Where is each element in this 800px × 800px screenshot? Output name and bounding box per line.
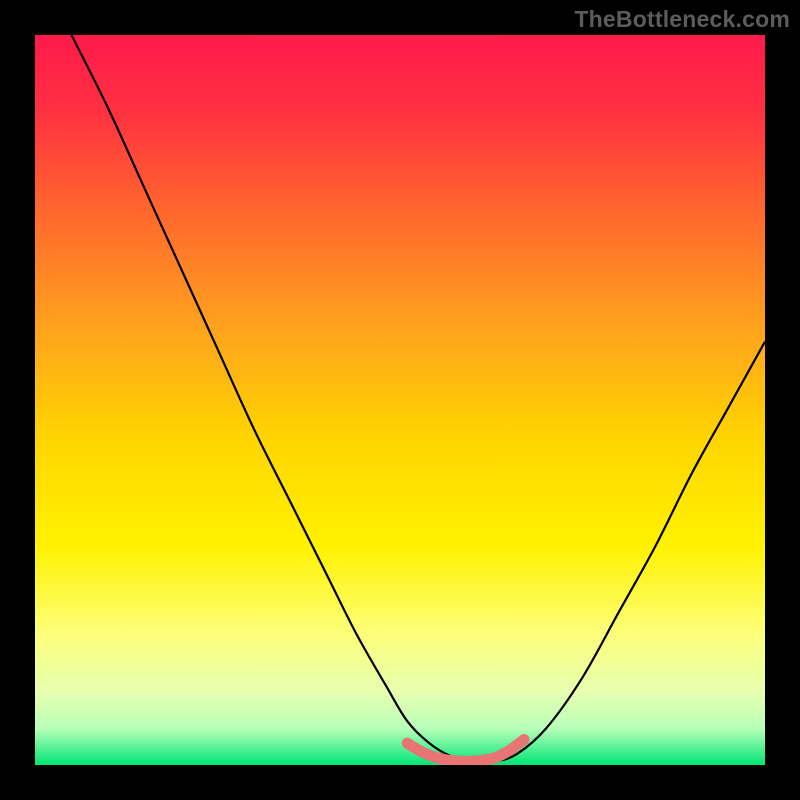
chart-frame: TheBottleneck.com [0,0,800,800]
watermark-text: TheBottleneck.com [574,6,790,33]
gradient-background [35,35,765,765]
bottleneck-chart [0,0,800,800]
